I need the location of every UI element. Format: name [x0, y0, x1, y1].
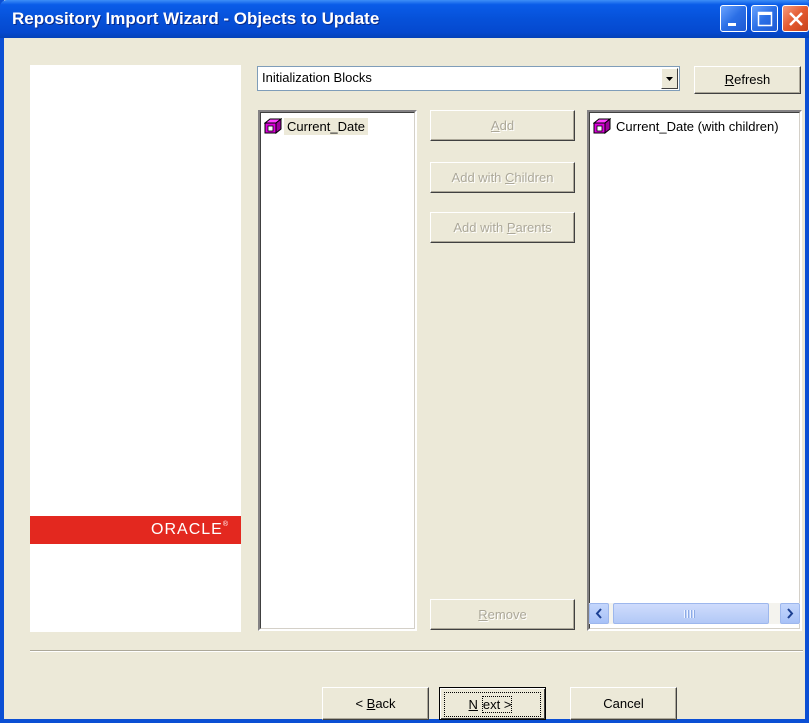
next-label: Next > [444, 692, 541, 717]
add-children-post: hildren [514, 170, 554, 185]
scrollbar-grip-icon [684, 610, 696, 618]
remove-mnemonic: R [478, 607, 488, 622]
add-with-parents-button[interactable]: Add with Parents [430, 212, 575, 243]
minimize-button[interactable] [720, 5, 747, 32]
chevron-down-icon [666, 77, 673, 81]
list-item[interactable]: Current_Date [264, 116, 369, 136]
add-parents-post: arents [515, 220, 552, 235]
add-with-parents-label: Add with Parents [431, 213, 574, 242]
back-pre: < [355, 696, 367, 711]
add-mnemonic: A [490, 118, 500, 133]
remove-label: Remove [431, 600, 574, 629]
refresh-mnemonic: R [724, 72, 735, 87]
scroll-right-button[interactable] [780, 603, 800, 624]
title-bar[interactable]: Repository Import Wizard - Objects to Up… [0, 0, 809, 38]
refresh-label-rest: efresh [734, 72, 771, 87]
back-post: ack [375, 696, 396, 711]
source-objects-list[interactable]: Current_Date [258, 110, 417, 631]
list-item-label: Current_Date (with children) [616, 118, 779, 134]
oracle-logo-band: ORACLE® [30, 516, 241, 544]
add-label: Add [431, 111, 574, 140]
oracle-logo: ORACLE® [151, 521, 229, 538]
add-parents-mnemonic: P [506, 220, 516, 235]
maximize-icon [757, 11, 773, 27]
minimize-icon [728, 23, 736, 26]
list-item-label: Current_Date [284, 117, 369, 135]
maximize-button[interactable] [751, 5, 778, 32]
cancel-label: Cancel [603, 696, 644, 711]
add-parents-pre: Add with [453, 220, 507, 235]
next-button[interactable]: Next > [439, 687, 546, 720]
source-list-frame: Current_Date [260, 112, 415, 629]
footer-divider [30, 650, 803, 652]
close-icon [789, 12, 803, 26]
back-button[interactable]: < Back [322, 687, 429, 720]
scroll-left-button[interactable] [589, 603, 609, 624]
dropdown-arrow-button[interactable] [661, 68, 678, 89]
scrollbar-thumb[interactable] [613, 603, 769, 624]
add-with-children-label: Add with Children [431, 163, 574, 192]
initialization-block-icon [264, 118, 282, 134]
chevron-right-icon [787, 608, 794, 619]
remove-label-rest: emove [487, 607, 527, 622]
wizard-side-panel: ORACLE® [30, 65, 241, 632]
horizontal-scrollbar[interactable] [589, 603, 800, 624]
refresh-label: Refresh [695, 67, 800, 93]
remove-button[interactable]: Remove [430, 599, 575, 630]
next-mnemonic: N [468, 697, 478, 712]
list-item[interactable]: Current_Date (with children) [593, 116, 782, 136]
wizard-body: ORACLE® Initialization Blocks Refresh Cu… [4, 38, 805, 720]
add-children-pre: Add with [451, 170, 506, 185]
object-type-dropdown[interactable]: Initialization Blocks [257, 66, 680, 91]
add-with-children-button[interactable]: Add with Children [430, 162, 575, 193]
add-children-mnemonic: C [505, 170, 515, 185]
back-label: < Back [323, 688, 428, 719]
cancel-button[interactable]: Cancel [570, 687, 677, 720]
object-type-value: Initialization Blocks [262, 70, 372, 85]
oracle-logo-text: ORACLE [151, 521, 223, 538]
window-title: Repository Import Wizard - Objects to Up… [12, 9, 380, 28]
refresh-button[interactable]: Refresh [694, 66, 801, 94]
target-list-frame: Current_Date (with children) [589, 112, 800, 629]
initialization-block-icon [593, 118, 611, 134]
next-post: ext > [481, 696, 513, 713]
objects-to-update-list[interactable]: Current_Date (with children) [587, 110, 802, 631]
import-wizard-window: Repository Import Wizard - Objects to Up… [0, 0, 809, 723]
close-button[interactable] [782, 5, 809, 32]
chevron-left-icon [595, 608, 602, 619]
add-label-rest: dd [499, 118, 515, 133]
add-button[interactable]: Add [430, 110, 575, 141]
